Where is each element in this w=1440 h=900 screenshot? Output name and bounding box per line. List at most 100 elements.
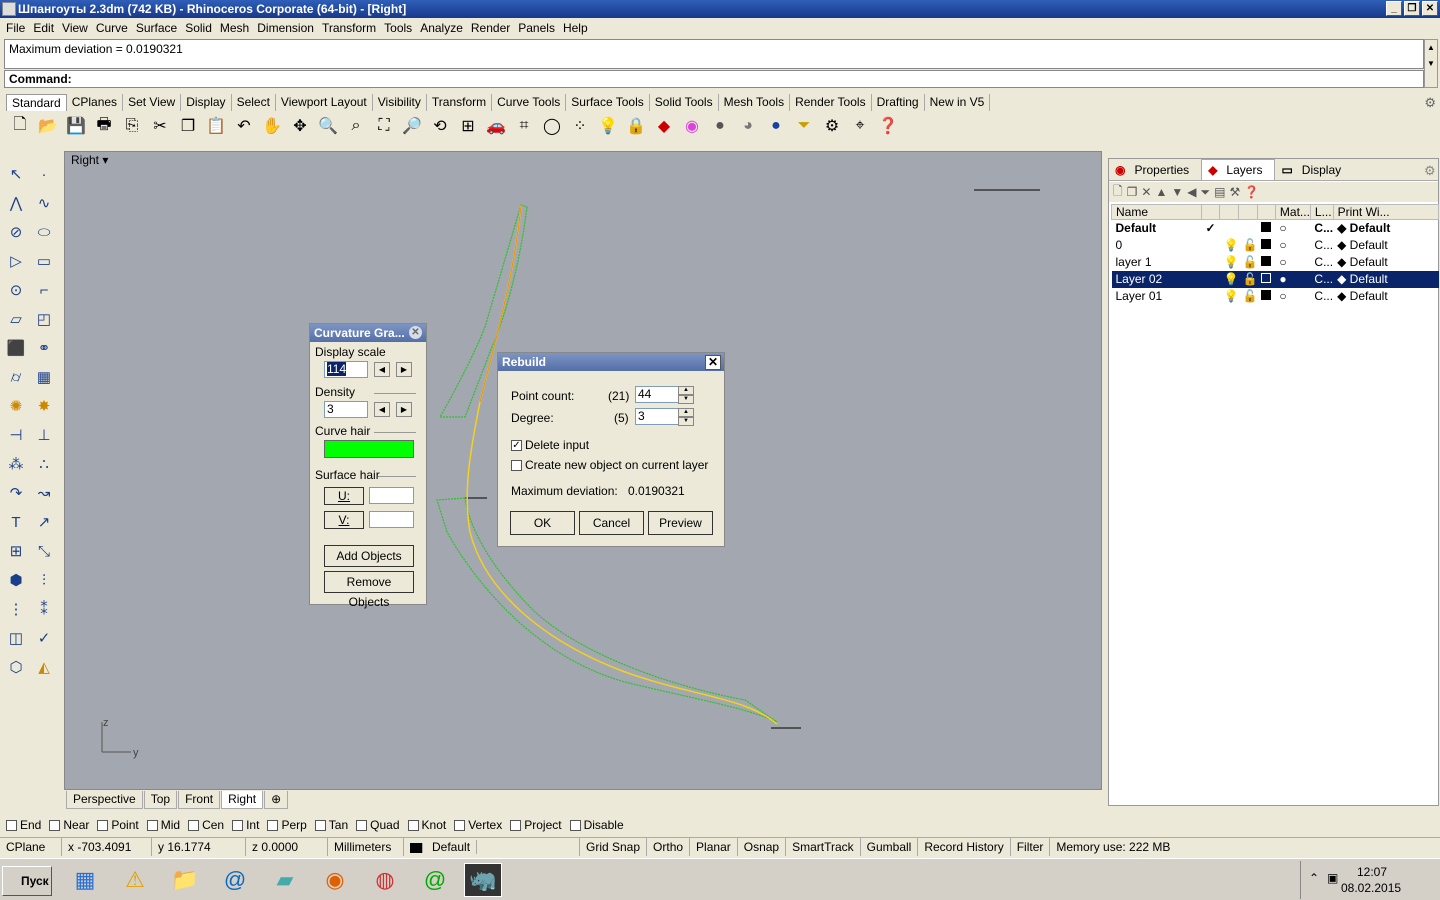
density-decrease-button[interactable]: ◀	[374, 402, 390, 417]
chrome-icon[interactable]: ◍	[366, 863, 404, 897]
tab-display[interactable]: Display	[181, 94, 232, 111]
record-history-toggle[interactable]: Record History	[918, 838, 1011, 856]
notepad-icon[interactable]: ▰	[266, 863, 304, 897]
scale-icon[interactable]: ⤡	[32, 539, 56, 563]
vp-tab-right[interactable]: Right	[221, 791, 264, 809]
snap-quad[interactable]: Quad	[356, 818, 400, 832]
status-units[interactable]: Millimeters	[328, 838, 404, 856]
scale-decrease-button[interactable]: ◀	[374, 362, 390, 377]
status-layer[interactable]: Default	[404, 838, 580, 856]
pan-icon[interactable]: ✋	[260, 114, 284, 138]
group-icon[interactable]: ⁂	[4, 452, 28, 476]
new-sublayer-icon[interactable]: ❐	[1127, 185, 1138, 199]
menu-analyze[interactable]: Analyze	[416, 21, 467, 35]
sphere-icon[interactable]: ●	[764, 114, 788, 138]
unlock-icon[interactable]: 🔓	[1238, 254, 1257, 271]
lock-icon[interactable]: 🔒	[624, 114, 648, 138]
vp-tab-front[interactable]: Front	[178, 791, 221, 809]
cut-icon[interactable]: ✂	[148, 114, 172, 138]
material-icon[interactable]: ○	[1275, 237, 1310, 254]
filter-icon[interactable]: ⏷	[792, 114, 816, 138]
minimize-button[interactable]: _	[1386, 1, 1402, 16]
layer-color-swatch[interactable]	[1261, 273, 1272, 283]
visible-bulb-icon[interactable]: 💡	[1219, 270, 1239, 288]
print-icon[interactable]: 🖶	[92, 114, 116, 138]
explode-icon[interactable]: ✸	[32, 394, 56, 418]
vp-tab-perspective[interactable]: Perspective	[66, 791, 143, 809]
calculator-icon[interactable]: ▦	[66, 863, 104, 897]
import-icon[interactable]: ⎘	[120, 114, 144, 138]
layer-row-selected[interactable]: Layer 02 💡 🔓 ● C... ◆ Default	[1111, 270, 1439, 288]
snap-icon[interactable]: ⌖	[848, 114, 872, 138]
snap-int[interactable]: Int	[232, 818, 259, 832]
menu-curve[interactable]: Curve	[92, 21, 132, 35]
snap-tan[interactable]: Tan	[314, 818, 348, 832]
dimension-icon[interactable]: ↗	[32, 510, 56, 534]
scale-increase-button[interactable]: ▶	[396, 362, 412, 377]
panel-tab-properties[interactable]: ◉ Properties	[1109, 159, 1201, 180]
menu-edit[interactable]: Edit	[29, 21, 58, 35]
snap-knot[interactable]: Knot	[407, 818, 446, 832]
gumball-toggle[interactable]: Gumball	[861, 838, 919, 856]
curve-cv-icon[interactable]: ∿	[32, 191, 56, 215]
snap-project[interactable]: Project	[510, 818, 562, 832]
restore-button[interactable]: ❐	[1404, 1, 1420, 16]
move-down-icon[interactable]: ▼	[1171, 185, 1183, 199]
surface-edit-icon[interactable]: ◰	[32, 307, 56, 331]
check-icon[interactable]: ✓	[32, 626, 56, 650]
rotate-view-icon[interactable]: ⟲	[428, 114, 452, 138]
degree-input[interactable]: 3	[635, 408, 679, 425]
planar-toggle[interactable]: Planar	[690, 838, 738, 856]
join-icon[interactable]: ↷	[4, 481, 28, 505]
menu-mesh[interactable]: Mesh	[216, 21, 253, 35]
snap-cen[interactable]: Cen	[188, 818, 224, 832]
toolbar-gear-icon[interactable]: ⚙	[1424, 95, 1436, 111]
grid-snap-toggle[interactable]: Grid Snap	[580, 838, 648, 856]
smarttrack-toggle[interactable]: SmartTrack	[786, 838, 861, 856]
snap-mid[interactable]: Mid	[146, 818, 180, 832]
rendered-icon[interactable]: ◕	[736, 114, 760, 138]
layer-states-icon[interactable]: ▤	[1214, 185, 1225, 199]
tab-render-tools[interactable]: Render Tools	[790, 94, 872, 111]
snap-near[interactable]: Near	[49, 818, 89, 832]
move-up-icon[interactable]: ▲	[1155, 185, 1167, 199]
light-icon[interactable]: 💡	[596, 114, 620, 138]
light-tool-icon[interactable]: ✺	[4, 394, 28, 418]
col-name[interactable]: Name	[1111, 204, 1202, 220]
trim-icon[interactable]: ⊣	[4, 423, 28, 447]
curve-hair-color-swatch[interactable]	[324, 440, 414, 458]
col-linetype[interactable]: L...	[1309, 204, 1334, 220]
remove-objects-button[interactable]: Remove Objects	[324, 571, 414, 609]
u-hair-button[interactable]: U:	[324, 487, 364, 505]
help-icon[interactable]: ❓	[876, 114, 900, 138]
render-icon[interactable]: ◭	[32, 655, 56, 679]
density-input[interactable]: 3	[324, 401, 368, 418]
command-input[interactable]: Command:	[4, 70, 1424, 88]
menu-surface[interactable]: Surface	[132, 21, 181, 35]
tab-surface-tools[interactable]: Surface Tools	[566, 94, 650, 111]
save-icon[interactable]: 💾	[64, 114, 88, 138]
tab-cplanes[interactable]: CPlanes	[66, 94, 124, 111]
tray-expand-icon[interactable]: ⌃	[1309, 871, 1319, 885]
rebuild-icon[interactable]: ↝	[32, 481, 56, 505]
material-icon[interactable]: ●	[1275, 270, 1311, 288]
snap-disable[interactable]: Disable	[569, 818, 624, 832]
color-wheel-icon[interactable]: ◉	[680, 114, 704, 138]
render-mesh-icon[interactable]: ⬡	[4, 655, 28, 679]
menu-solid[interactable]: Solid	[181, 21, 216, 35]
tab-transform[interactable]: Transform	[426, 94, 493, 111]
zoom-selected-icon[interactable]: 🔎	[400, 114, 424, 138]
rhino-taskbar-icon[interactable]: 🦏	[464, 863, 502, 897]
degree-down-button[interactable]: ▼	[678, 417, 694, 426]
menu-transform[interactable]: Transform	[318, 21, 380, 35]
car-icon[interactable]: 🚗	[484, 114, 508, 138]
array-icon[interactable]: ⊞	[4, 539, 28, 563]
folder-icon[interactable]: 📁	[166, 863, 204, 897]
v-hair-button[interactable]: V:	[324, 511, 364, 529]
firefox-icon[interactable]: ◉	[316, 863, 354, 897]
menu-file[interactable]: File	[2, 21, 29, 35]
tab-mesh-tools[interactable]: Mesh Tools	[718, 94, 791, 111]
layer-icon[interactable]: ◆	[652, 114, 676, 138]
add-objects-button[interactable]: Add Objects	[324, 545, 414, 567]
ellipse-icon[interactable]: ⬭	[32, 220, 56, 244]
